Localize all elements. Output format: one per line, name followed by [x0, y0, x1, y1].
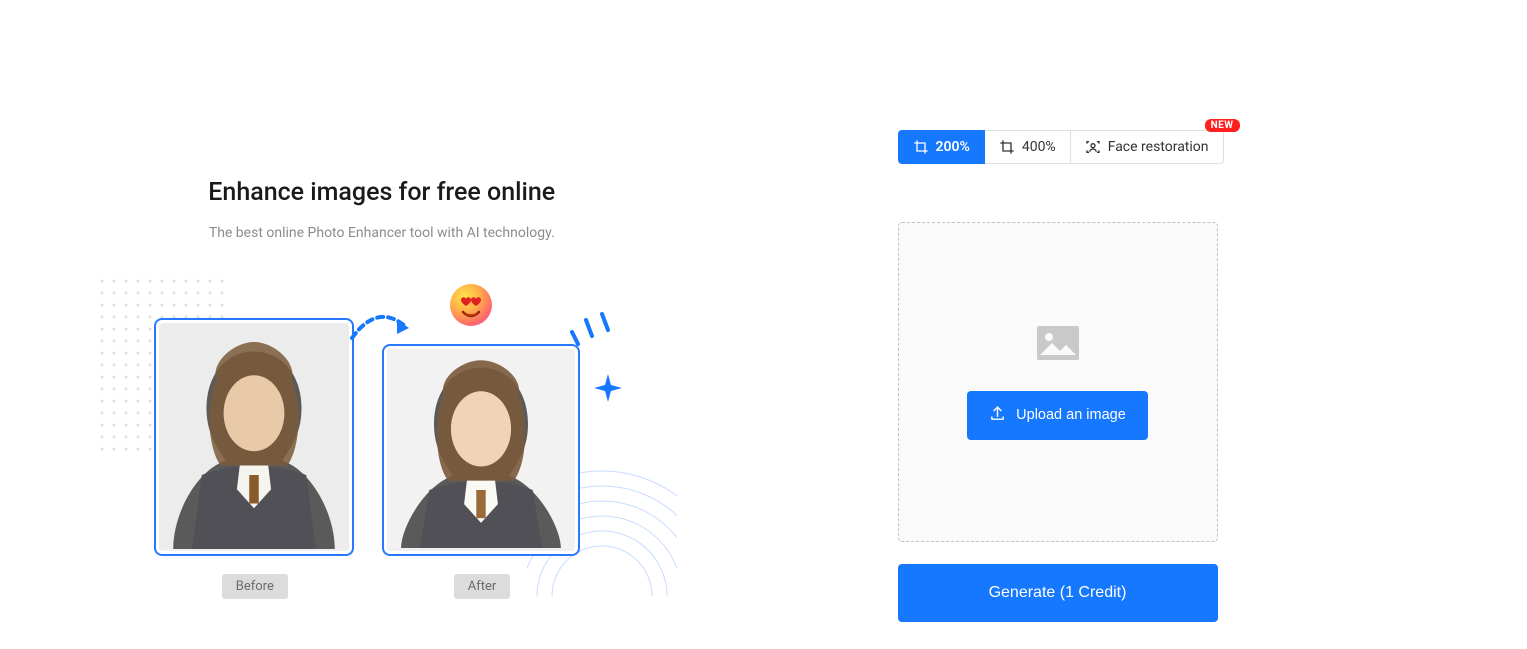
sparkle-lines-icon	[568, 306, 614, 356]
heart-eyes-emoji-icon	[450, 284, 492, 326]
new-badge: NEW	[1205, 119, 1240, 132]
upload-dropzone[interactable]: Upload an image	[898, 222, 1218, 542]
page-title: Enhance images for free online	[208, 178, 555, 207]
before-after-comparison: Before After	[102, 276, 662, 616]
tab-face-restoration[interactable]: Face restoration NEW	[1071, 130, 1224, 164]
before-label: Before	[222, 574, 288, 599]
before-photo	[154, 318, 354, 556]
left-panel: Enhance images for free online The best …	[0, 130, 764, 649]
after-photo	[382, 344, 580, 556]
tab-400-percent[interactable]: 400%	[985, 130, 1071, 164]
sparkle-star-icon	[594, 374, 622, 406]
tab-label: 200%	[936, 139, 970, 155]
upload-button-label: Upload an image	[1016, 407, 1126, 423]
generate-button[interactable]: Generate (1 Credit)	[898, 564, 1218, 622]
right-panel: 200% 400% Face restoration NEW	[764, 130, 1527, 649]
tab-200-percent[interactable]: 200%	[898, 130, 985, 164]
crop-icon	[913, 139, 929, 155]
crop-icon	[999, 139, 1015, 155]
scale-tabs: 200% 400% Face restoration NEW	[898, 130, 1224, 164]
image-placeholder-icon	[1036, 325, 1080, 365]
face-restore-icon	[1085, 139, 1101, 155]
page-subtitle: The best online Photo Enhancer tool with…	[209, 225, 555, 241]
upload-icon	[989, 405, 1006, 426]
after-label: After	[454, 574, 511, 599]
upload-image-button[interactable]: Upload an image	[967, 391, 1148, 440]
arrow-icon	[347, 308, 417, 348]
tab-label: Face restoration	[1108, 139, 1209, 155]
tab-label: 400%	[1022, 139, 1056, 155]
